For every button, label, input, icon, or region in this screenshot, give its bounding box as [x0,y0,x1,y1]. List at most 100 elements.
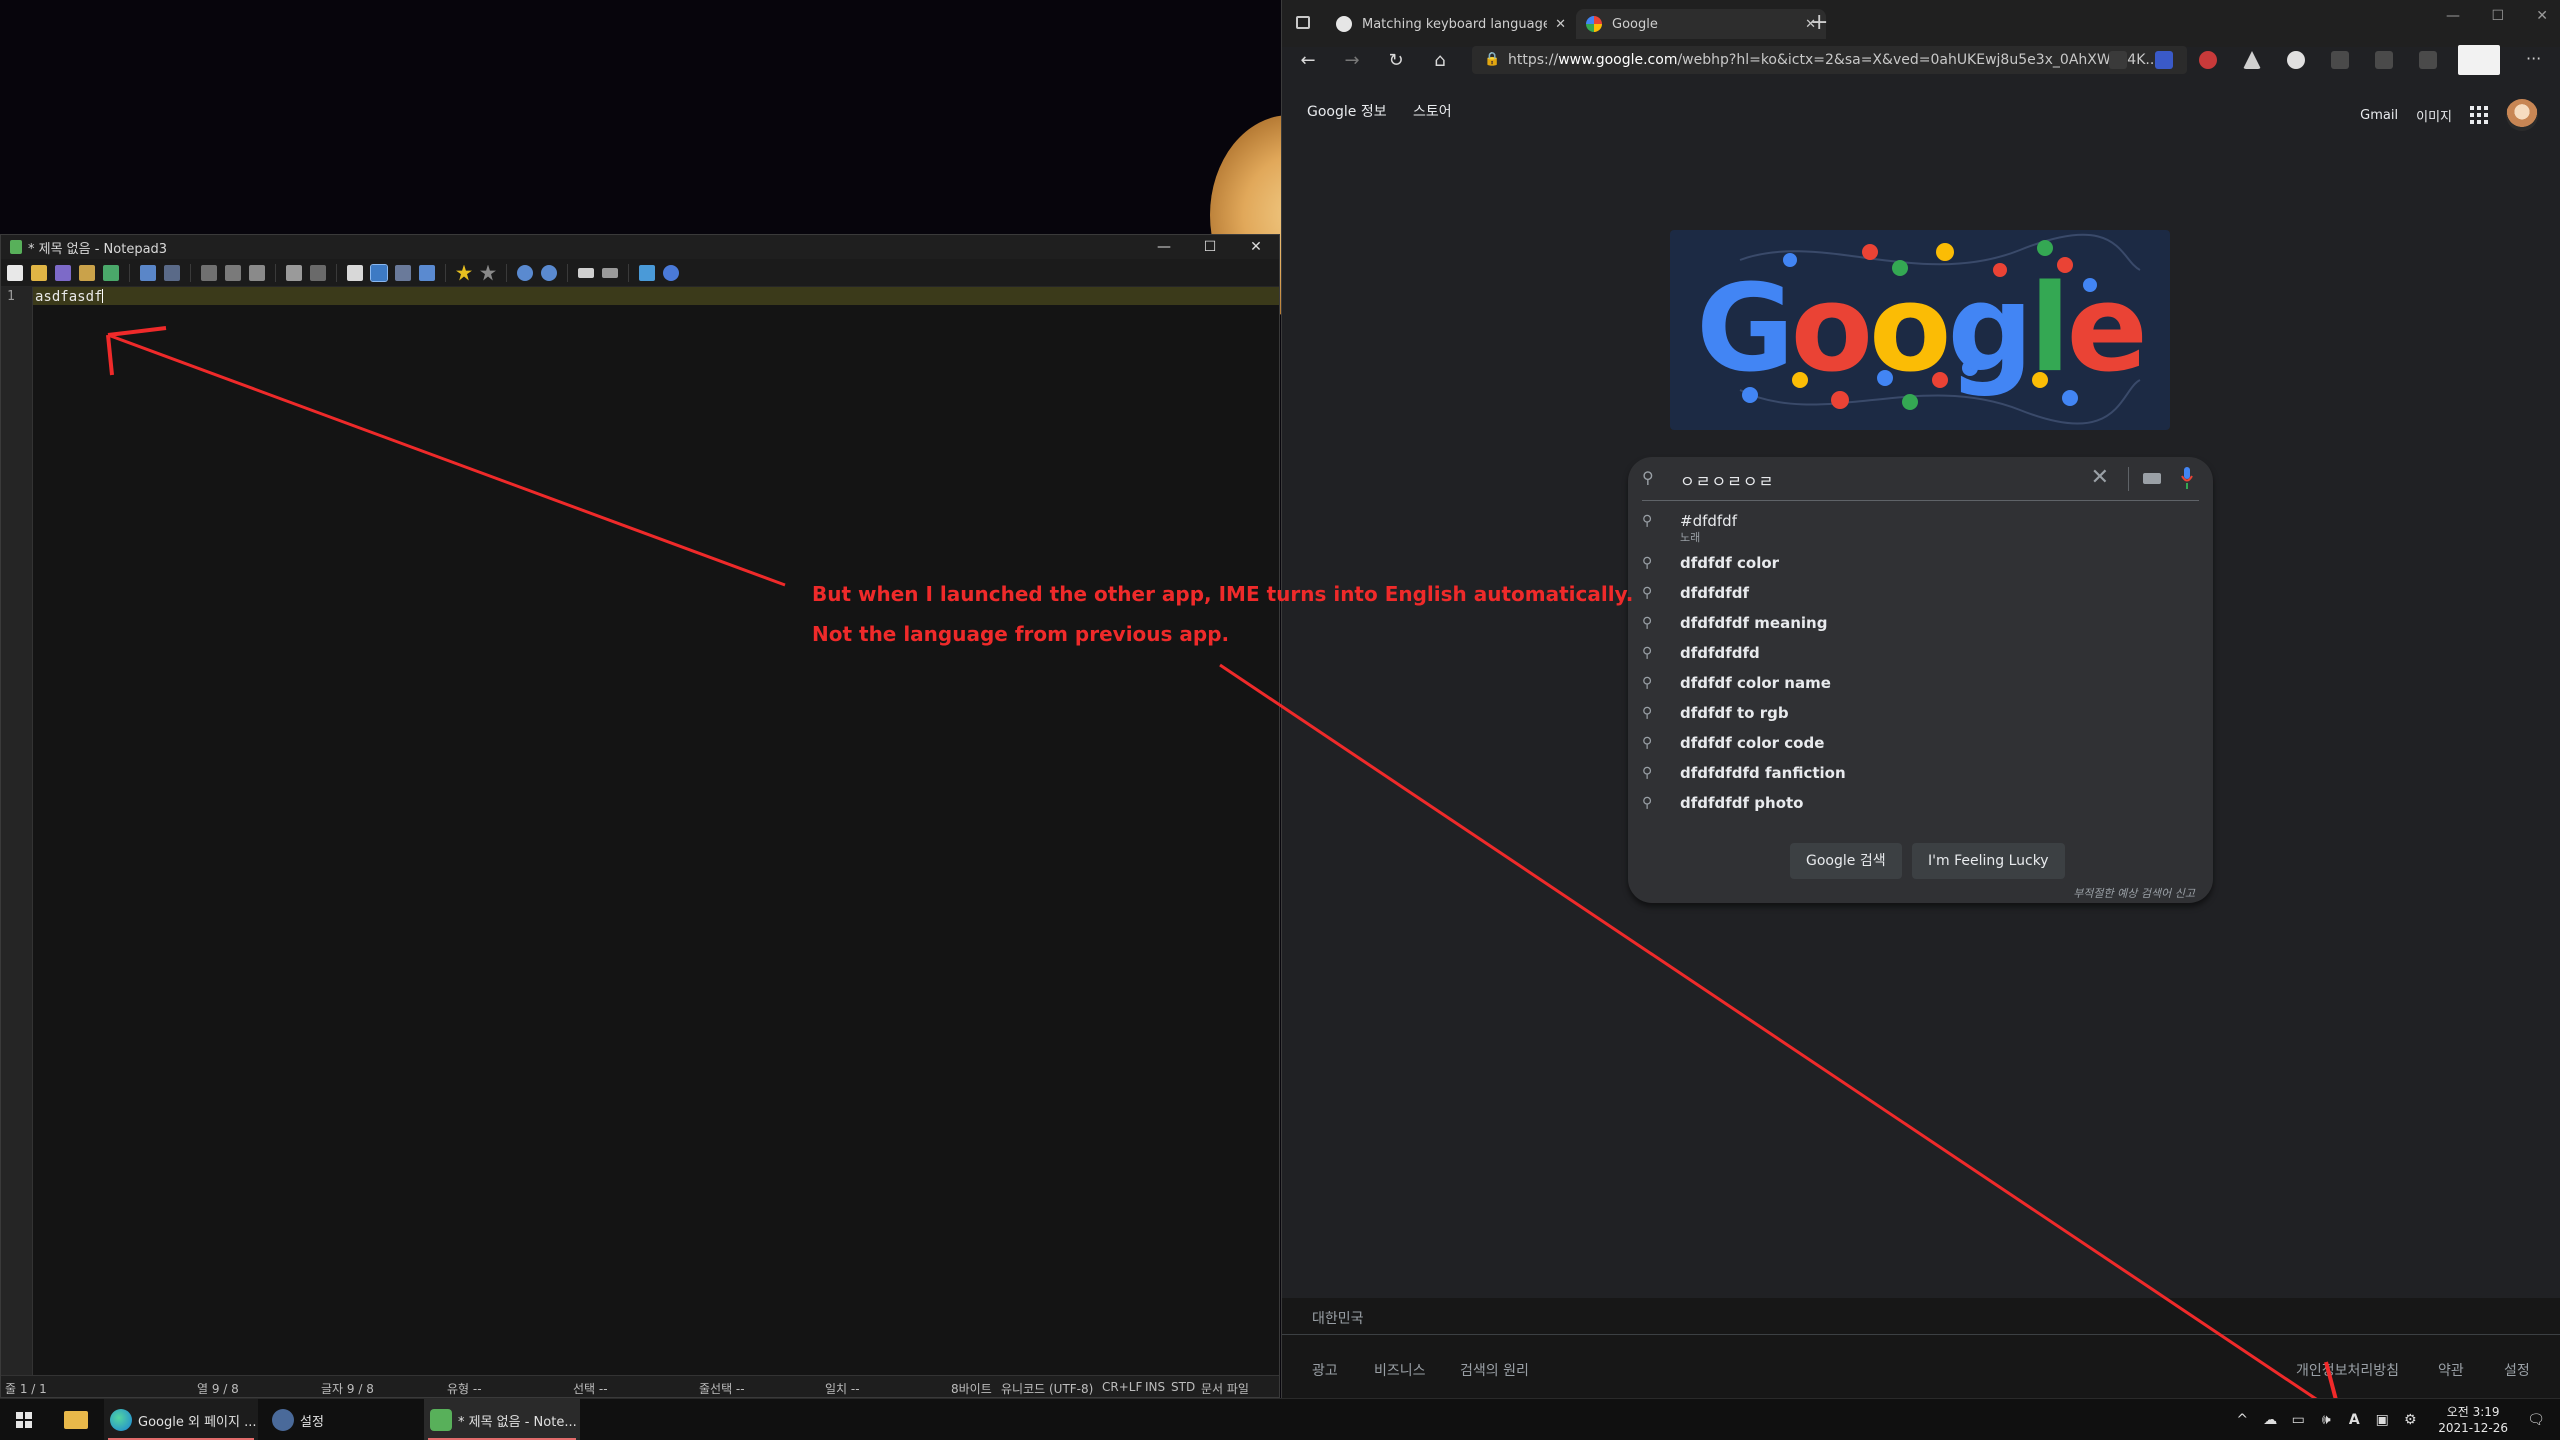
schema-icon[interactable] [578,267,594,278]
forward-icon[interactable]: → [1330,50,1374,71]
gmail-link[interactable]: Gmail [2360,108,2398,123]
suggestion-item[interactable]: ⚲ dfdfdf color code [1642,729,2199,759]
about-google-link[interactable]: Google 정보 [1307,104,1387,120]
favorite-star-icon[interactable] [456,264,472,281]
extension-triangle-icon[interactable] [2243,51,2261,69]
tab-actions-icon[interactable] [1296,16,1310,29]
clear-icon[interactable]: ✕ [2091,465,2109,490]
notification-icon[interactable]: 🗨 [2522,1412,2550,1428]
google-doodle[interactable]: Google [1670,230,2170,430]
file-explorer-button[interactable] [56,1399,96,1440]
footer-link-privacy[interactable]: 개인정보처리방침 [2296,1360,2399,1380]
close-tab-icon[interactable]: ✕ [1555,17,1566,32]
ime-pad-icon[interactable]: ▣ [2368,1412,2396,1428]
footer-link-ads[interactable]: 광고 [1312,1360,1338,1380]
footer-link-terms[interactable]: 약관 [2438,1360,2464,1380]
browse-icon[interactable] [103,264,119,281]
google-search-button[interactable]: Google 검색 [1790,843,1902,879]
search-input-row[interactable]: ⚲ ㅇㄹㅇㄹㅇㄹ ✕ [1642,457,2199,501]
copy-icon[interactable] [225,264,241,281]
avatar[interactable] [2506,99,2538,131]
wordwrap-icon[interactable] [347,264,363,281]
goto-icon[interactable] [395,264,411,281]
report-predictions-link[interactable]: 부적절한 예상 검색어 신고 [2073,885,2195,901]
suggestion-item[interactable]: ⚲ #dfdfdf 노래 [1642,507,2199,547]
ime-indicator[interactable]: A [2340,1412,2368,1428]
taskbar-app-settings[interactable]: 설정 [266,1399,416,1440]
taskbar-app-notepad[interactable]: * 제목 없음 - Note... [424,1399,580,1440]
replace-icon[interactable] [310,264,326,281]
keyboard-icon[interactable] [2143,473,2161,484]
apps-grid-icon[interactable] [2470,106,2488,124]
back-icon[interactable]: ← [1286,50,1330,71]
zoom-icon[interactable] [419,264,435,281]
extension-cloud-icon[interactable] [2287,51,2305,69]
home-icon[interactable]: ⌂ [1418,50,1462,71]
suggestion-item[interactable]: ⚲ dfdfdfdf photo [1642,789,2199,819]
lock-icon[interactable]: 🔒 [1484,52,1500,67]
suggestion-item[interactable]: ⚲ dfdfdfdf meaning [1642,609,2199,639]
save-icon[interactable] [55,264,71,281]
extension-bitwarden-icon[interactable] [2155,51,2173,69]
suggestion-item[interactable]: ⚲ dfdfdfdfd fanfiction [1642,759,2199,789]
microphone-icon[interactable] [2181,467,2193,489]
more-icon[interactable]: ··· [2526,49,2541,68]
close-button[interactable]: ✕ [2536,8,2548,24]
search-input[interactable]: ㅇㄹㅇㄹㅇㄹ [1680,468,1774,492]
profile-button[interactable] [2458,45,2500,75]
clock[interactable]: 오전 3:19 2021-12-26 [2438,1404,2508,1436]
volume-icon[interactable]: 🕪 [2312,1412,2340,1428]
open-folder-icon[interactable] [31,264,47,281]
exit-icon[interactable] [663,264,679,281]
suggestion-item[interactable]: ⚲ dfdfdf color name [1642,669,2199,699]
new-tab-button[interactable]: + [1810,10,1828,35]
status-encoding[interactable]: 유니코드 (UTF-8) [1001,1380,1093,1397]
suggestion-item[interactable]: ⚲ dfdfdf to rgb [1642,699,2199,729]
find-icon[interactable] [286,264,302,281]
gear-icon[interactable]: ⚙ [2396,1412,2424,1428]
collections-icon[interactable] [2419,51,2437,69]
images-link[interactable]: 이미지 [2416,106,2452,125]
footer-link-business[interactable]: 비즈니스 [1374,1360,1426,1380]
paste-icon[interactable] [249,264,265,281]
view-icon[interactable] [370,263,388,282]
zoom-out-icon[interactable] [541,264,557,281]
tab-github[interactable]: Matching keyboard language to ✕ [1326,9,1576,39]
refresh-icon[interactable]: ↻ [1374,50,1418,71]
minimize-button[interactable]: — [2446,8,2460,24]
show-hidden-icons-icon[interactable]: ^ [2228,1412,2256,1428]
suggestion-item[interactable]: ⚲ dfdfdf color [1642,549,2199,579]
tab-google[interactable]: Google ✕ [1576,9,1826,39]
customize-icon[interactable] [602,267,618,278]
redo-icon[interactable] [164,264,180,281]
extension-adblock-icon[interactable] [2199,51,2217,69]
close-button[interactable]: ✕ [1233,235,1279,259]
start-button[interactable] [0,1399,48,1440]
suggestion-item[interactable]: ⚲ dfdfdfdf [1642,579,2199,609]
maximize-button[interactable]: ☐ [1187,235,1233,259]
undo-icon[interactable] [140,264,156,281]
favorites-icon[interactable] [2375,51,2393,69]
notepad-titlebar[interactable]: * 제목 없음 - Notepad3 — ☐ ✕ [1,235,1279,259]
status-eol[interactable]: CR+LF [1102,1380,1142,1394]
maximize-button[interactable]: ☐ [2491,8,2504,24]
favorites-add-icon[interactable] [2109,51,2127,69]
editor-area[interactable]: 1 asdfasdf [1,287,1279,1375]
store-link[interactable]: 스토어 [1413,104,1452,120]
add-favorite-icon[interactable] [480,264,496,281]
status-ins[interactable]: INS [1145,1380,1165,1394]
new-file-icon[interactable] [7,264,23,281]
suggestion-item[interactable]: ⚲ dfdfdfdfd [1642,639,2199,669]
footer-link-settings[interactable]: 설정 [2504,1360,2530,1380]
pin-icon[interactable] [639,264,655,281]
taskbar-app-edge[interactable]: Google 외 페이지 ... [104,1399,258,1440]
cut-icon[interactable] [201,264,217,281]
network-icon[interactable]: ▭ [2284,1412,2312,1428]
editor-text[interactable]: asdfasdf [35,289,104,305]
save-as-icon[interactable] [79,264,95,281]
url-field[interactable]: 🔒 https://www.google.com/webhp?hl=ko&ict… [1472,46,2187,74]
footer-link-how-search-works[interactable]: 검색의 원리 [1460,1360,1529,1380]
feeling-lucky-button[interactable]: I'm Feeling Lucky [1912,843,2065,879]
extensions-puzzle-icon[interactable] [2331,51,2349,69]
onedrive-icon[interactable]: ☁ [2256,1412,2284,1428]
